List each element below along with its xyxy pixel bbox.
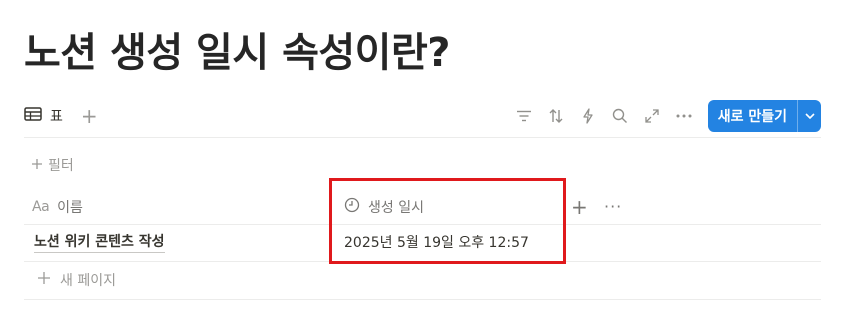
database-actions: 새로 만들기 xyxy=(514,100,821,132)
view-toolbar: 표 + 새로 만들기 xyxy=(24,100,821,132)
divider xyxy=(24,224,821,225)
divider xyxy=(24,299,821,300)
automation-icon[interactable] xyxy=(578,106,598,126)
plus-icon xyxy=(38,272,50,288)
add-filter-button[interactable]: 필터 xyxy=(32,155,74,175)
chevron-down-icon[interactable] xyxy=(797,100,821,132)
table-row-name[interactable]: 노션 위키 콘텐츠 작성 xyxy=(34,232,165,253)
plus-icon xyxy=(32,157,42,173)
tab-table-view[interactable]: 표 xyxy=(24,106,63,126)
column-header-name[interactable]: Aa 이름 xyxy=(32,195,83,219)
add-view-button[interactable]: + xyxy=(81,106,98,126)
filter-label: 필터 xyxy=(48,158,74,174)
new-page-button[interactable]: 새 페이지 xyxy=(38,270,116,290)
more-icon[interactable] xyxy=(674,106,694,126)
table-icon xyxy=(24,107,42,125)
text-property-icon: Aa xyxy=(32,199,50,215)
expand-icon[interactable] xyxy=(642,106,662,126)
new-page-label: 새 페이지 xyxy=(60,273,116,289)
table-row-created-time: 2025년 5월 19일 오후 12:57 xyxy=(344,235,529,251)
column-label: 생성 일시 xyxy=(368,200,424,216)
search-icon[interactable] xyxy=(610,106,630,126)
column-header-created-time[interactable]: 생성 일시 xyxy=(344,195,424,219)
sort-icon[interactable] xyxy=(546,106,566,126)
divider xyxy=(24,261,821,262)
new-button-label[interactable]: 새로 만들기 xyxy=(708,100,797,132)
add-column-button[interactable]: + xyxy=(571,195,588,219)
column-more-button[interactable]: ··· xyxy=(604,196,622,218)
clock-icon xyxy=(344,197,360,217)
new-button[interactable]: 새로 만들기 xyxy=(707,100,821,132)
tab-label: 표 xyxy=(50,109,63,125)
divider xyxy=(24,137,821,138)
page-title: 노션 생성 일시 속성이란? xyxy=(24,30,450,76)
filter-icon[interactable] xyxy=(514,106,534,126)
column-label: 이름 xyxy=(57,200,83,216)
